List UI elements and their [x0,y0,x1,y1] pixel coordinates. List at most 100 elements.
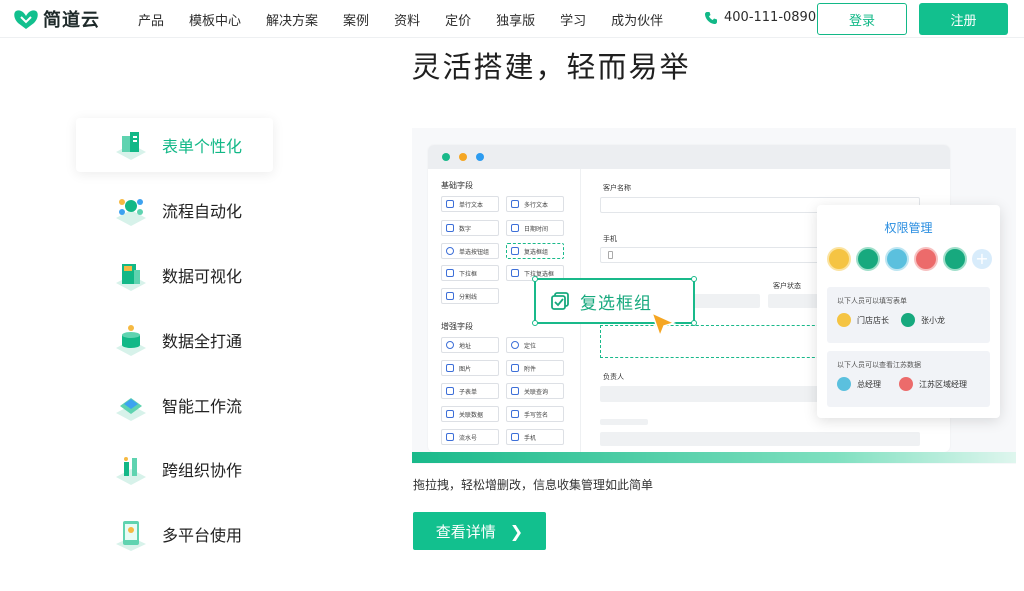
field-datetime[interactable]: 日期时间 [506,220,564,236]
permission-group-view: 以下人员可以查看江苏数据 总经理 江苏区域经理 [827,351,990,407]
field-attachment[interactable]: 附件 [506,360,564,376]
add-member-icon[interactable]: + [972,249,992,269]
sidebar-item-multi-platform[interactable]: 多平台使用 [76,507,273,561]
menu-item-product[interactable]: 产品 [138,10,164,29]
window-dot-blue [476,153,484,161]
permission-group-fill: 以下人员可以填写表单 门店店长 张小龙 [827,287,990,343]
database-icon [116,325,146,356]
sidebar-item-label: 智能工作流 [162,397,243,416]
sidebar-item-label: 流程自动化 [162,202,243,221]
basic-fields-title: 基础字段 [441,181,473,190]
resize-handle [691,320,697,326]
section-headline: 灵活搭建，轻而易举 [411,50,691,84]
brand-logo[interactable]: 简道云 [12,6,100,32]
menu-item-solutions[interactable]: 解决方案 [266,10,318,29]
collaboration-icon [116,457,146,485]
login-button[interactable]: 登录 [817,3,907,35]
sidebar-item-database[interactable]: 数据全打通 [76,313,273,367]
avatar [899,377,913,391]
field-location[interactable]: 定位 [506,337,564,353]
window-dot-green [442,153,450,161]
field-dropdown[interactable]: 下拉框 [441,265,499,281]
sidebar-item-label: 多平台使用 [162,526,243,545]
phone-number: 400-111-0890 [724,10,817,25]
field-address[interactable]: 地址 [441,337,499,353]
menu-item-private[interactable]: 独享版 [496,10,535,29]
field-multi-text[interactable]: 多行文本 [506,196,564,212]
chevron-right-icon: ❯ [509,521,524,541]
permission-group-desc: 以下人员可以查看江苏数据 [837,361,921,369]
field-radio-group[interactable]: 单选按钮组 [441,243,499,259]
sidebar-item-label: 数据全打通 [162,332,243,351]
permission-panel: 权限管理 + 以下人员可以填写表单 门店店长 张小龙 以下人员可以查看江苏数据 … [817,205,1000,418]
person-chip: 总经理 [837,377,881,391]
view-details-label: 查看详情 [435,522,496,541]
field-divider[interactable]: 分割线 [441,288,499,304]
permission-group-desc: 以下人员可以填写表单 [837,297,907,305]
workflow-icon [116,199,146,226]
phone-contact[interactable]: 400-111-0890 [704,10,816,25]
resize-handle [532,320,538,326]
drop-zone [600,325,830,358]
smart-flow-icon [116,398,146,421]
field-mobile[interactable]: 手机 [506,429,564,445]
sidebar-item-collaboration[interactable]: 跨组织协作 [76,442,273,496]
avatar [837,377,851,391]
avatar [914,247,938,271]
form-label-customer: 客户名称 [603,184,631,192]
advanced-fields-title: 增强字段 [441,322,473,331]
sidebar-item-smart-flow[interactable]: 智能工作流 [76,378,273,432]
checkbox-icon [551,292,569,310]
window-dot-yellow [459,153,467,161]
form-label-phone: 手机 [603,235,617,243]
person-chip: 江苏区域经理 [899,377,967,391]
permission-title: 权限管理 [884,221,933,235]
field-number[interactable]: 数字 [441,220,499,236]
sidebar-item-workflow[interactable]: 流程自动化 [76,183,273,237]
avatar [943,247,967,271]
field-checkbox-group[interactable]: 复选框组 [506,243,564,259]
menu-item-templates[interactable]: 模板中心 [189,10,241,29]
cursor-icon [650,311,677,339]
field-single-text[interactable]: 单行文本 [441,196,499,212]
logo-icon [14,10,38,30]
resize-handle [532,276,538,282]
avatar [827,247,851,271]
sidebar-item-label: 数据可视化 [162,267,243,286]
multi-platform-icon [116,521,146,551]
avatar [856,247,880,271]
sidebar-item-label: 跨组织协作 [162,461,243,480]
resize-handle [691,276,697,282]
sidebar-item-form[interactable]: 表单个性化 [76,118,273,172]
field-subform[interactable]: 子表单 [441,383,499,399]
field-related-data[interactable]: 关联数据 [441,406,499,422]
menu-item-pricing[interactable]: 定价 [445,10,471,29]
placeholder-block [600,419,648,425]
view-details-button[interactable]: 查看详情 ❯ [413,512,546,550]
avatar [837,313,851,327]
sidebar-item-label: 表单个性化 [162,137,243,156]
avatar [901,313,915,327]
main-menu: 产品 模板中心 解决方案 案例 资料 定价 独享版 学习 成为伙伴 [138,10,688,29]
register-button[interactable]: 注册 [919,3,1008,35]
field-serial-number[interactable]: 流水号 [441,429,499,445]
illustration-bottom-bar [412,452,1016,463]
field-related-query[interactable]: 关联查询 [506,383,564,399]
top-nav: 简道云 产品 模板中心 解决方案 案例 资料 定价 独享版 学习 成为伙伴 40… [0,0,1024,38]
field-signature[interactable]: 手写签名 [506,406,564,422]
person-chip: 张小龙 [901,313,945,327]
drag-card-label: 复选框组 [580,293,652,314]
form-label-status: 客户状态 [773,282,801,290]
phone-icon [705,11,717,24]
menu-item-resources[interactable]: 资料 [394,10,420,29]
window-titlebar [428,145,950,169]
feature-caption: 拖拉拽，轻松增删改，信息收集管理如此简单 [413,478,654,492]
menu-item-partner[interactable]: 成为伙伴 [611,10,663,29]
field-image[interactable]: 图片 [441,360,499,376]
menu-item-cases[interactable]: 案例 [343,10,369,29]
placeholder-block [600,432,920,446]
menu-item-learn[interactable]: 学习 [560,10,586,29]
brand-name: 简道云 [43,10,100,31]
sidebar-item-chart[interactable]: 数据可视化 [76,248,273,302]
person-chip: 门店店长 [837,313,889,327]
